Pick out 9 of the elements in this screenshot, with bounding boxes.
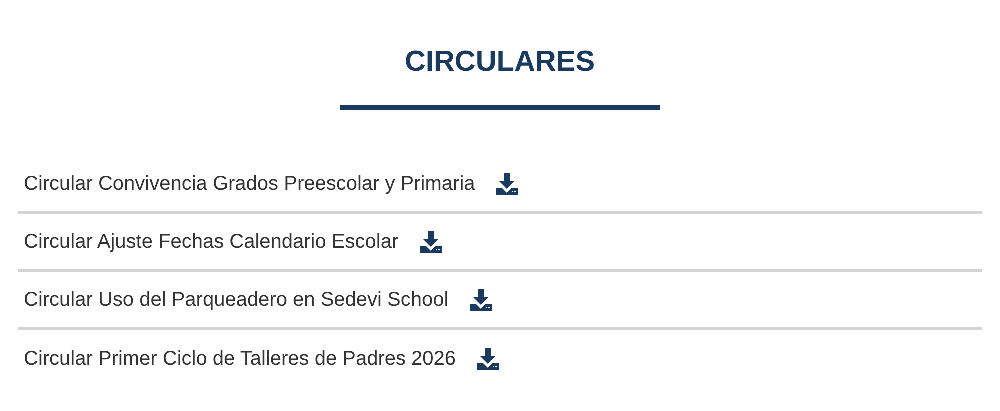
circular-link[interactable]: Circular Ajuste Fechas Calendario Escolar (24, 226, 399, 256)
download-icon[interactable] (476, 347, 500, 371)
download-icon[interactable] (468, 288, 493, 312)
section-title: CIRCULARES (404, 45, 596, 80)
download-icon[interactable] (418, 230, 443, 254)
circular-link[interactable]: Circular Convivencia Grados Preescolar y Primaria (24, 168, 476, 198)
download-icon[interactable] (495, 172, 520, 196)
circular-link[interactable]: Circular Primer Ciclo de Talleres de Padres 2026 (24, 344, 456, 374)
circular-link[interactable]: Circular Uso del Parqueadero en Sedevi School (24, 284, 449, 314)
